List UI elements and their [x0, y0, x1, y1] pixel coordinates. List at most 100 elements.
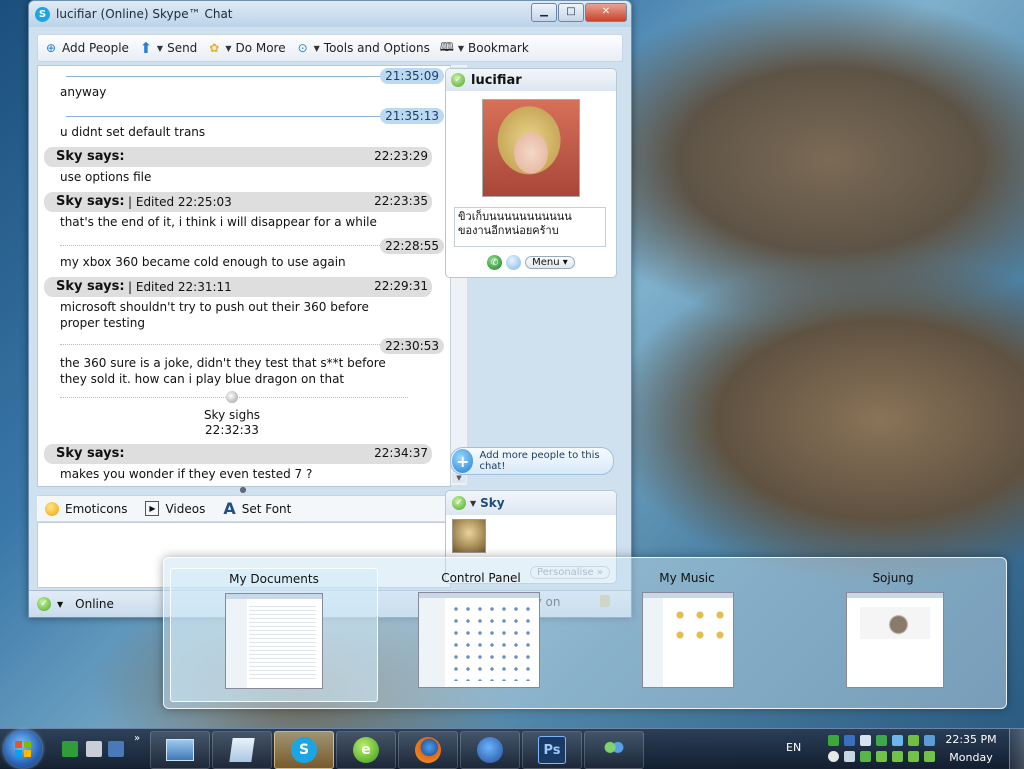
skype-icon: S [291, 737, 317, 763]
format-bar: Emoticons ▶ Videos A Set Font [37, 495, 467, 521]
emote-icon [226, 391, 238, 403]
skype-logo-icon: S [35, 6, 50, 22]
start-button[interactable] [4, 730, 42, 768]
mood-message: ขิวเก็บนนนนนนนนนนน ของานอีกหน่อยคร้าบ [454, 207, 606, 247]
minimize-button[interactable]: ▁ [531, 3, 557, 22]
switcher-item-sojung[interactable]: Sojung [790, 568, 996, 700]
message-text: that's the end of it, i think i will dis… [60, 215, 377, 229]
status-label: Online [75, 597, 114, 611]
self-header[interactable]: ✓ ▼ Sky [446, 491, 616, 515]
set-font-button[interactable]: A Set Font [223, 499, 291, 518]
smiley-icon [45, 501, 59, 516]
tray-icon[interactable] [876, 751, 887, 762]
switcher-item-control-panel[interactable]: Control Panel [378, 568, 584, 700]
tray-icon[interactable] [908, 735, 919, 746]
videos-button[interactable]: ▶ Videos [145, 501, 205, 516]
taskbar-notepad[interactable] [212, 731, 272, 769]
do-more-button[interactable]: ✿ ▼ Do More [207, 41, 285, 55]
timestamp: 22:28:55 [380, 238, 444, 254]
message-text: the 360 sure is a joke, didn't they test… [60, 356, 386, 386]
add-people-icon: ⊕ [45, 41, 57, 55]
online-status-icon: ✓ [452, 496, 466, 510]
taskbar-photoshop[interactable]: Ps [522, 731, 582, 769]
show-desktop-button[interactable] [1009, 729, 1024, 769]
tray-icon[interactable] [924, 751, 935, 762]
tray-icon[interactable] [860, 751, 871, 762]
call-icon[interactable]: ✆ [487, 255, 503, 270]
maximize-button[interactable]: □ [558, 3, 584, 22]
chevron-down-icon[interactable]: ▼ [57, 600, 63, 609]
thunderbird-icon [477, 737, 503, 763]
photoshop-icon: Ps [538, 736, 566, 764]
add-more-people-button[interactable]: + Add more people to this chat! [450, 447, 614, 475]
quicklaunch-icon[interactable] [108, 741, 124, 757]
tray-icon[interactable] [892, 735, 903, 746]
emoticons-button[interactable]: Emoticons [45, 501, 127, 516]
taskbar-thunderbird[interactable] [460, 731, 520, 769]
message-text: my xbox 360 became cold enough to use ag… [60, 255, 346, 269]
close-button[interactable]: ✕ [585, 3, 627, 22]
switcher-item-my-documents[interactable]: My Documents [170, 568, 378, 702]
puzzle-icon: ✿ [209, 41, 220, 55]
taskbar-skype[interactable]: S [274, 731, 334, 769]
tray-icon[interactable] [828, 751, 839, 762]
bookmark-button[interactable]: 🕮 ▼ Bookmark [439, 39, 529, 56]
taskbar: » S e Ps EN 22:35 PM Monday [0, 728, 1024, 769]
sender-name: Sky says: [56, 194, 125, 209]
switcher-item-my-music[interactable]: My Music [584, 568, 790, 700]
tray-icon[interactable] [828, 735, 839, 746]
window-title: lucifiar (Online) Skype™ Chat [56, 7, 233, 21]
video-icon: ▶ [145, 501, 160, 516]
chevron-down-icon: ▼ [225, 43, 232, 53]
window-controls: ▁ □ ✕ [531, 3, 627, 22]
tools-options-button[interactable]: ⊙ ▼ Tools and Options [296, 41, 430, 55]
timestamp: 22:34:37 [374, 446, 428, 460]
quicklaunch-icon[interactable] [86, 741, 102, 757]
timestamp: 21:35:09 [380, 68, 444, 84]
message-text: makes you wonder if they even tested 7 ? [60, 467, 313, 481]
chevron-down-icon: ▼ [156, 43, 164, 53]
self-avatar[interactable] [452, 519, 486, 553]
window-thumbnail [846, 592, 944, 688]
gear-icon: ⊙ [297, 41, 308, 55]
window-thumbnail [418, 592, 540, 688]
add-people-button[interactable]: ⊕ Add People [44, 41, 129, 55]
tray-icon[interactable] [844, 735, 855, 746]
language-indicator[interactable]: EN [786, 741, 801, 754]
send-button[interactable]: ⬆ ▼ Send [139, 39, 198, 57]
font-icon: A [223, 499, 236, 518]
tray-icon[interactable] [924, 735, 935, 746]
divider-line [60, 245, 408, 247]
tray-icon[interactable] [908, 751, 919, 762]
quicklaunch-icon[interactable] [62, 741, 78, 757]
says-header: Sky says: 22:34:37 [44, 444, 432, 464]
tray-icon[interactable] [876, 735, 887, 746]
taskbar-firefox[interactable] [398, 731, 458, 769]
contact-avatar[interactable] [482, 99, 580, 197]
chevron-right-icon[interactable]: » [134, 733, 140, 744]
book-icon: 🕮 [439, 39, 454, 54]
contact-menu-button[interactable]: Menu ▾ [525, 256, 575, 269]
online-status-icon[interactable]: ✓ [37, 597, 51, 611]
tray-icon[interactable] [892, 751, 903, 762]
window-thumbnail [225, 593, 323, 689]
edited-note: | Edited 22:31:11 [128, 280, 232, 294]
window-thumbnail [642, 592, 734, 688]
chat-history[interactable]: 21:35:09 anyway 21:35:13 u didnt set def… [37, 65, 451, 487]
chat-bubble-icon[interactable] [506, 255, 522, 270]
taskbar-computer[interactable] [150, 731, 210, 769]
send-arrow-icon: ⬆ [139, 39, 153, 57]
message-text: use options file [60, 170, 152, 184]
resize-grip-icon[interactable]: ● [37, 486, 449, 494]
plus-icon: + [452, 449, 474, 473]
window-switcher: My Documents Control Panel My Music Soju… [163, 557, 1007, 709]
message-text: microsoft shouldn't try to push out thei… [60, 300, 369, 330]
timestamp: 21:35:13 [380, 108, 444, 124]
clock[interactable]: 22:35 PM Monday [944, 731, 998, 767]
taskbar-app[interactable]: e [336, 731, 396, 769]
contact-header: ✓ lucifiar [446, 69, 616, 91]
tray-icon[interactable] [860, 735, 871, 746]
timestamp: 22:23:29 [374, 149, 428, 163]
taskbar-messenger[interactable] [584, 731, 644, 769]
tray-icon[interactable] [844, 751, 855, 762]
